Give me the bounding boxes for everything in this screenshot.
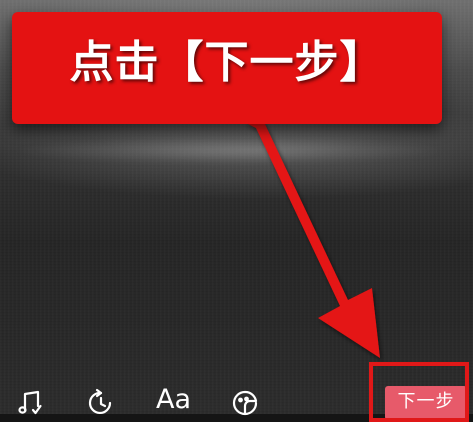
music-note-icon[interactable] bbox=[14, 386, 48, 420]
text-style-icon[interactable]: Aa bbox=[156, 384, 191, 416]
next-button-highlight bbox=[369, 362, 469, 422]
timer-refresh-icon[interactable] bbox=[84, 386, 118, 420]
sticker-icon[interactable] bbox=[228, 386, 262, 420]
instruction-callout: 点击【下一步】 bbox=[12, 12, 442, 124]
instruction-text: 点击【下一步】 bbox=[69, 37, 385, 88]
